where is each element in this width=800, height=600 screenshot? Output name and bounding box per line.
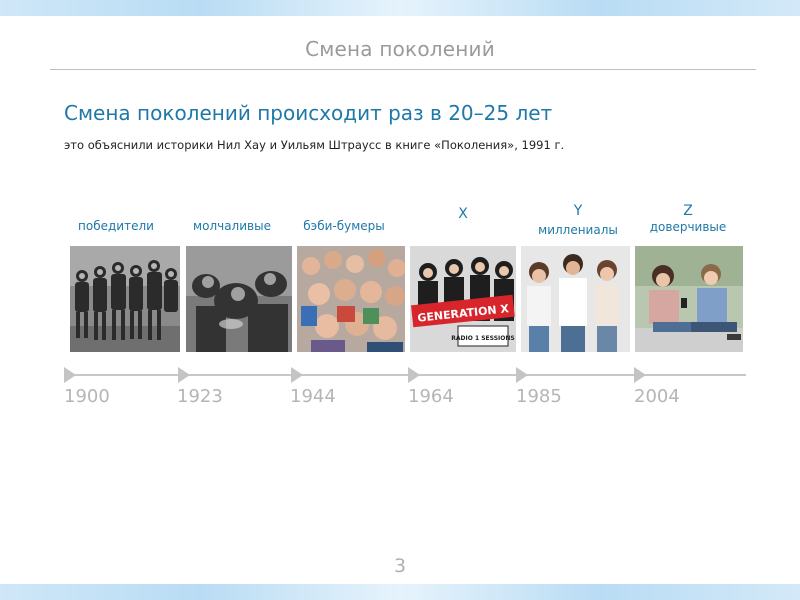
photo-generation-z xyxy=(635,246,743,352)
photo-x-image: GENERATION X RADIO 1 SESSIONS xyxy=(410,246,516,352)
slide-subline: это объяснили историки Нил Хау и Уильям … xyxy=(64,138,565,152)
timeline-year-1900: 1900 xyxy=(64,386,110,407)
generation-letter-z: Z xyxy=(683,203,693,219)
generation-label-silent: молчаливые xyxy=(193,219,271,233)
timeline-marker-1944 xyxy=(291,367,303,383)
top-decor-band xyxy=(0,0,800,16)
generation-label-winners: победители xyxy=(78,219,154,233)
photo-generation-silent xyxy=(186,246,292,352)
slide-headline: Смена поколений происходит раз в 20–25 л… xyxy=(64,101,553,125)
generation-letter-x: X xyxy=(458,206,468,222)
photo-generation-x: GENERATION X RADIO 1 SESSIONS xyxy=(410,246,516,352)
photo-generation-winners xyxy=(70,246,180,352)
timeline-marker-1900 xyxy=(64,367,76,383)
header-divider xyxy=(50,69,756,70)
photo-silent-image xyxy=(186,246,292,352)
photo-generation-y xyxy=(521,246,630,352)
timeline-year-1964: 1964 xyxy=(408,386,454,407)
photo-generation-boomers xyxy=(297,246,405,352)
photo-winners-image xyxy=(70,246,180,352)
photo-z-image xyxy=(635,246,743,352)
generation-letter-y: Y xyxy=(573,203,583,219)
timeline-year-2004: 2004 xyxy=(634,386,680,407)
timeline-marker-1985 xyxy=(516,367,528,383)
timeline-year-1923: 1923 xyxy=(177,386,223,407)
timeline-year-1944: 1944 xyxy=(290,386,336,407)
timeline-marker-1964 xyxy=(408,367,420,383)
bottom-decor-band xyxy=(0,584,800,600)
slide-header-title: Смена поколений xyxy=(305,37,495,61)
generation-label-millennials: миллениалы xyxy=(538,223,618,237)
timeline-marker-1923 xyxy=(178,367,190,383)
timeline-year-1985: 1985 xyxy=(516,386,562,407)
photo-y-image xyxy=(521,246,630,352)
slide: Смена поколений Смена поколений происход… xyxy=(0,0,800,600)
generation-label-boomers: бэби-бумеры xyxy=(303,219,385,233)
photo-x-caption: RADIO 1 SESSIONS xyxy=(451,335,514,342)
generation-label-trusting: доверчивые xyxy=(649,220,727,234)
photo-boomers-image xyxy=(297,246,405,352)
timeline-marker-2004 xyxy=(634,367,646,383)
page-number: 3 xyxy=(393,555,407,577)
